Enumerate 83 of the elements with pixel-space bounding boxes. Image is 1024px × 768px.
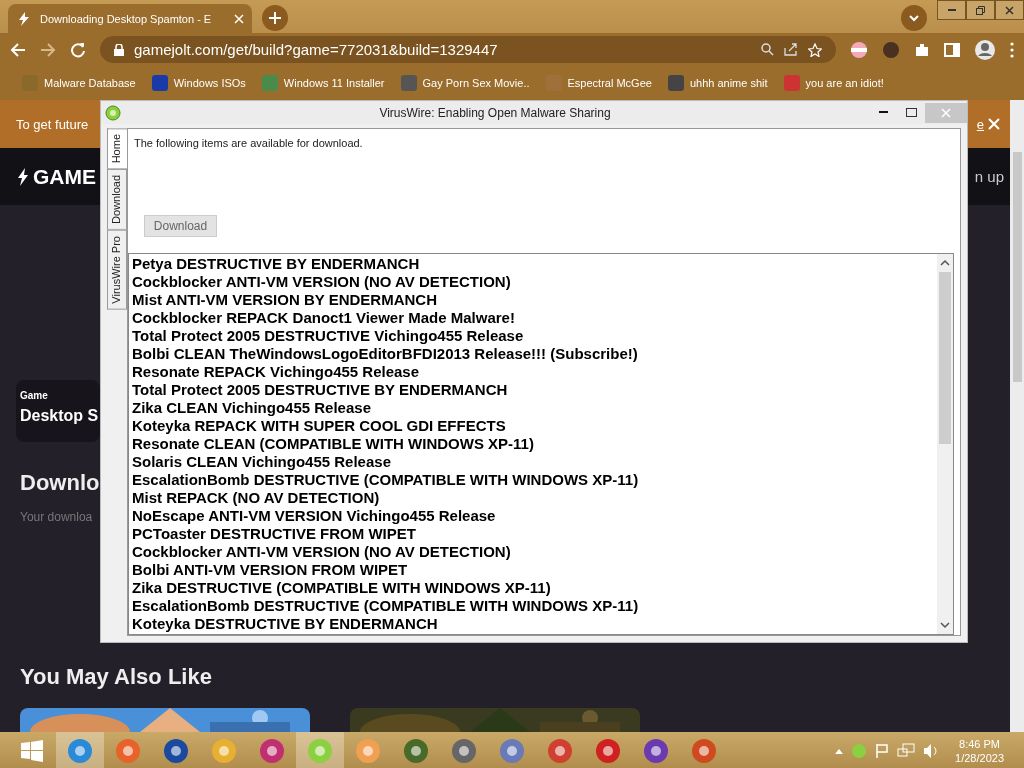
download-button[interactable]: Download: [144, 215, 217, 237]
lightning-icon: [16, 167, 30, 186]
close-icon: [1005, 5, 1014, 15]
list-item[interactable]: Resonate REPACK Vichingo455 Release: [132, 363, 934, 381]
list-item[interactable]: Bolbi CLEAN TheWindowsLogoEditorBFDI2013 Release!!! (Subscribe!): [132, 345, 934, 363]
volume-icon[interactable]: [923, 743, 940, 759]
maximize-icon: [905, 108, 917, 117]
back-icon[interactable]: [10, 41, 26, 58]
close-icon[interactable]: [988, 118, 1000, 130]
list-item[interactable]: Solaris CLEAN Vichingo455 Release: [132, 453, 934, 471]
plus-icon: [269, 12, 281, 24]
page-heading: Downlo: [20, 470, 100, 496]
list-item[interactable]: EscalationBomb DESTRUCTIVE (COMPATIBLE WITH WINDOWS XP-11): [132, 597, 934, 615]
list-item[interactable]: Petya DESTRUCTIVE BY ENDERMANCH: [132, 255, 934, 273]
profile-icon[interactable]: [974, 38, 996, 61]
browser-tab[interactable]: Downloading Desktop Spamton - E: [8, 4, 252, 33]
bookmark-item[interactable]: Malware Database: [22, 75, 136, 91]
page-subtext: Your downloa: [20, 510, 93, 524]
header-link[interactable]: n up: [974, 168, 1004, 185]
list-item[interactable]: Zika DESTRUCTIVE (COMPATIBLE WITH WINDOWS XP-11): [132, 579, 934, 597]
tab-search-button[interactable]: [901, 5, 927, 31]
menu-icon[interactable]: [1010, 41, 1014, 58]
minimize-icon: [878, 111, 888, 114]
address-bar[interactable]: gamejolt.com/get/build?game=772031&build=1329447: [100, 36, 836, 63]
forward-icon[interactable]: [40, 41, 56, 58]
bookmark-item[interactable]: Windows 11 Installer: [261, 75, 385, 91]
window-title: VirusWire: Enabling Open Malware Sharing: [378, 105, 612, 120]
bookmark-item[interactable]: Espectral McGee: [545, 75, 652, 91]
reload-icon[interactable]: [70, 41, 86, 58]
list-item[interactable]: Cockblocker REPACK Danoct1 Viewer Made Malware!: [132, 309, 934, 327]
intro-text: The following items are available for download.: [134, 137, 364, 149]
list-item[interactable]: EscalationBomb DESTRUCTIVE (COMPATIBLE WITH WINDOWS XP-11): [132, 471, 934, 489]
list-item[interactable]: Total Protect 2005 DESTRUCTIVE Vichingo455 Release: [132, 327, 934, 345]
list-item[interactable]: Mist ANTI-VM VERSION BY ENDERMANCH: [132, 291, 934, 309]
close-icon: [941, 107, 951, 118]
bookmark-item[interactable]: Gay Porn Sex Movie..: [400, 75, 530, 91]
list-item[interactable]: Koteyka DESTRUCTIVE BY ENDERMANCH: [132, 615, 934, 633]
share-icon[interactable]: [784, 43, 798, 56]
taskbar-button[interactable]: [56, 732, 104, 768]
lightning-icon: [16, 10, 32, 27]
banner-text: To get future: [16, 116, 89, 132]
side-tab[interactable]: Download: [107, 169, 127, 231]
restore-icon: [976, 5, 985, 15]
side-tab[interactable]: Home: [107, 128, 127, 170]
scroll-down-icon[interactable]: [940, 620, 950, 630]
new-tab-button[interactable]: [262, 5, 288, 31]
side-tab[interactable]: VirusWire Pro: [107, 230, 127, 310]
side-panel-icon[interactable]: [944, 41, 960, 58]
list-item[interactable]: Mist REPACK (NO AV DETECTION): [132, 489, 934, 507]
list-item[interactable]: Bolbi ANTI-VM VERSION FROM WIPET: [132, 561, 934, 579]
avatar-icon[interactable]: [882, 40, 900, 59]
close-button[interactable]: [995, 0, 1024, 20]
caret-up-icon[interactable]: [835, 748, 844, 754]
lock-icon: [114, 43, 124, 56]
list-item[interactable]: Zika CLEAN Vichingo455 Release: [132, 399, 934, 417]
card-label: Game: [20, 390, 49, 401]
chevron-down-icon: [909, 14, 919, 22]
list-item[interactable]: NoEscape ANTI-VM VERSION Vichingo455 Release: [132, 507, 934, 525]
site-logo[interactable]: GAME: [16, 164, 96, 189]
banner-link[interactable]: e: [976, 116, 984, 132]
bookmark-item[interactable]: you are an idiot!: [783, 75, 884, 91]
scrollbar[interactable]: [937, 254, 953, 634]
game-card[interactable]: Game Desktop S: [16, 380, 100, 442]
windows-icon: [21, 740, 43, 762]
network-icon[interactable]: [897, 743, 916, 759]
card-title: Desktop S: [20, 407, 100, 425]
puzzle-icon[interactable]: [914, 41, 930, 58]
minimize-icon: [947, 8, 956, 12]
section-title: You May Also Like: [20, 664, 213, 690]
scroll-up-icon[interactable]: [940, 258, 950, 268]
list-item[interactable]: Koteyka REPACK WITH SUPER COOL GDI EFFECTS: [132, 417, 934, 435]
bookmark-item[interactable]: Windows ISOs: [151, 75, 246, 91]
list-item[interactable]: Cockblocker ANTI-VM VERSION (NO AV DETECTION): [132, 273, 934, 291]
bookmark-item[interactable]: uhhh anime shit: [667, 75, 768, 91]
list-item[interactable]: Resonate CLEAN (COMPATIBLE WITH WINDOWS XP-11): [132, 435, 934, 453]
restore-button[interactable]: [966, 0, 995, 20]
close-icon[interactable]: [234, 13, 244, 24]
list-item[interactable]: Total Protect 2005 DESTRUCTIVE BY ENDERMANCH: [132, 381, 934, 399]
search-icon[interactable]: [761, 43, 774, 56]
page-scrollbar[interactable]: [1010, 100, 1024, 732]
star-icon[interactable]: [808, 42, 822, 57]
list-item[interactable]: PCToaster DESTRUCTIVE FROM WIPET: [132, 525, 934, 543]
list-item[interactable]: Cockblocker ANTI-VM VERSION (NO AV DETECTION): [132, 543, 934, 561]
